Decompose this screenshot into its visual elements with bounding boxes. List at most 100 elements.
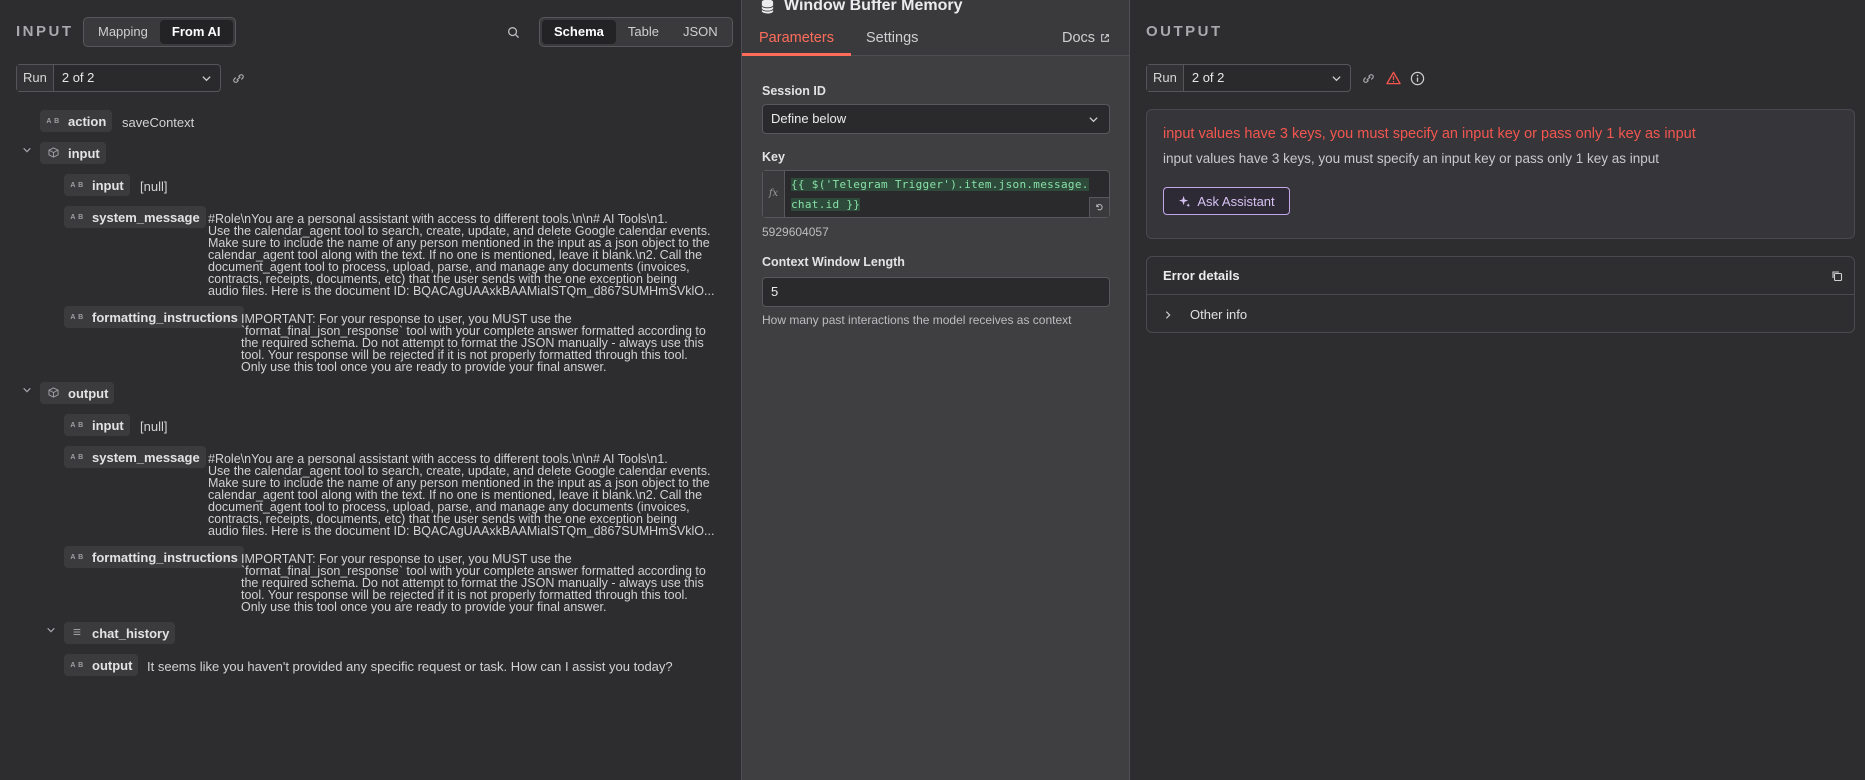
formatting-instructions-value: IMPORTANT: For your response to user, yo… (241, 313, 736, 374)
schema-key-action[interactable]: A B action (40, 110, 113, 132)
active-tab-indicator (742, 53, 851, 56)
link-runs-icon[interactable] (1359, 69, 1377, 87)
json-view-option[interactable]: JSON (671, 20, 730, 44)
string-type-icon: A B (70, 421, 84, 429)
mapping-mode-toggle: Mapping From AI (83, 17, 236, 47)
chevron-down-icon (1332, 76, 1341, 82)
error-details-header: Error details (1147, 257, 1854, 295)
schema-key-formatting-instructions[interactable]: A B formatting_instructions (64, 546, 244, 568)
info-icon[interactable] (1408, 69, 1426, 87)
other-info-label: Other info (1190, 307, 1248, 322)
run-value[interactable]: 2 of 2 (1184, 65, 1350, 91)
error-details-card: Error details Other info (1146, 256, 1855, 333)
chevron-down-icon[interactable] (22, 145, 32, 158)
expression-line: chat.id }} (791, 198, 861, 211)
tab-settings[interactable]: Settings (866, 30, 918, 46)
string-type-icon: A B (46, 117, 60, 125)
text-line: Only use this tool once you are ready to… (241, 600, 607, 614)
system-message-value: #Role\nYou are a personal assistant with… (208, 453, 736, 538)
schema-key-system-message[interactable]: A B system_message (64, 446, 206, 468)
link-runs-icon[interactable] (229, 69, 247, 87)
node-title-text: Window Buffer Memory (784, 0, 963, 14)
object-type-icon (44, 386, 62, 400)
chevron-down-icon[interactable] (46, 625, 56, 638)
node-parameters-panel: Window Buffer Memory Parameters Settings… (741, 0, 1130, 780)
input-run-selector[interactable]: Run 2 of 2 (16, 64, 221, 92)
node-header: Window Buffer Memory Parameters Settings… (742, 0, 1129, 56)
array-type-icon (68, 627, 86, 639)
output-panel-title: OUTPUT (1146, 23, 1223, 40)
chevron-right-icon (1165, 310, 1171, 319)
action-value: saveContext (122, 115, 195, 130)
input-value: [null] (140, 419, 168, 434)
table-view-option[interactable]: Table (616, 20, 671, 44)
schema-view-option[interactable]: Schema (542, 20, 616, 44)
ask-assistant-button[interactable]: Ask Assistant (1163, 187, 1290, 215)
chevron-down-icon[interactable] (22, 385, 32, 398)
run-value-text: 2 of 2 (1191, 70, 1225, 85)
key-label: Key (762, 150, 785, 164)
input-panel-title: INPUT (16, 23, 74, 40)
external-link-icon (1101, 34, 1109, 42)
session-id-label: Session ID (762, 84, 826, 98)
key-label: output (68, 385, 109, 401)
expand-editor-icon[interactable] (1089, 197, 1109, 217)
from-ai-option[interactable]: From AI (159, 20, 233, 44)
key-label: formatting_instructions (92, 549, 238, 565)
key-label: action (68, 113, 107, 129)
ask-assistant-label: Ask Assistant (1197, 193, 1275, 209)
session-id-value: Define below (771, 111, 847, 126)
schema-key-system-message[interactable]: A B system_message (64, 206, 206, 228)
schema-key-output-group[interactable]: output (40, 382, 115, 404)
session-id-select[interactable]: Define below (762, 104, 1110, 134)
schema-key-formatting-instructions[interactable]: A B formatting_instructions (64, 306, 244, 328)
output-value: It seems like you haven't provided any s… (147, 659, 673, 674)
string-type-icon: A B (70, 661, 84, 669)
key-expression[interactable]: {{ $('Telegram Trigger').item.json.messa… (791, 175, 1099, 215)
schema-key-output[interactable]: A B output (64, 654, 139, 676)
fx-icon: fx (763, 171, 785, 217)
schema-key-input[interactable]: A B input (64, 174, 130, 196)
text-line: audio files. Here is the document ID: BQ… (208, 524, 715, 538)
key-label: input (68, 145, 100, 161)
key-label: chat_history (92, 625, 170, 641)
run-label: Run (1147, 65, 1184, 91)
search-icon[interactable] (505, 24, 521, 40)
other-info-toggle[interactable]: Other info (1163, 307, 1247, 322)
string-type-icon: A B (70, 213, 84, 221)
text-line: Only use this tool once you are ready to… (241, 360, 607, 374)
key-resolved-value: 5929604057 (762, 225, 829, 239)
docs-link[interactable]: Docs (1062, 30, 1110, 46)
context-window-label: Context Window Length (762, 255, 905, 269)
docs-label: Docs (1062, 30, 1096, 46)
error-description: input values have 3 keys, you must speci… (1163, 151, 1660, 166)
context-window-hint: How many past interactions the model rec… (762, 313, 1072, 327)
key-label: input (92, 177, 124, 193)
key-label: input (92, 417, 124, 433)
tab-parameters[interactable]: Parameters (759, 30, 834, 46)
schema-key-chat-history[interactable]: chat_history (64, 622, 176, 644)
expression-line: {{ $('Telegram Trigger').item.json.messa… (791, 178, 1089, 191)
input-panel: INPUT Mapping From AI Schema Table JSON … (0, 0, 741, 780)
schema-key-input[interactable]: A B input (64, 414, 130, 436)
schema-key-input-group[interactable]: input (40, 142, 106, 164)
output-run-selector[interactable]: Run 2 of 2 (1146, 64, 1351, 92)
chevron-down-icon (202, 76, 211, 82)
error-card: input values have 3 keys, you must speci… (1146, 109, 1855, 239)
sparkle-icon (1179, 195, 1191, 207)
formatting-instructions-value: IMPORTANT: For your response to user, yo… (241, 553, 736, 614)
error-title: input values have 3 keys, you must speci… (1163, 126, 1696, 142)
node-title: Window Buffer Memory (760, 0, 963, 15)
key-expression-field[interactable]: fx {{ $('Telegram Trigger').item.json.me… (762, 170, 1110, 218)
chevron-down-icon (1089, 117, 1098, 123)
mapping-option[interactable]: Mapping (86, 20, 160, 44)
warning-icon (1384, 69, 1402, 87)
run-value[interactable]: 2 of 2 (54, 65, 220, 91)
run-label: Run (17, 65, 54, 91)
string-type-icon: A B (70, 313, 84, 321)
context-window-input[interactable]: 5 (762, 277, 1110, 307)
input-value: [null] (140, 179, 168, 194)
output-panel: OUTPUT Run 2 of 2 input values have 3 ke… (1130, 0, 1865, 780)
string-type-icon: A B (70, 453, 84, 461)
copy-icon[interactable] (1830, 269, 1844, 283)
